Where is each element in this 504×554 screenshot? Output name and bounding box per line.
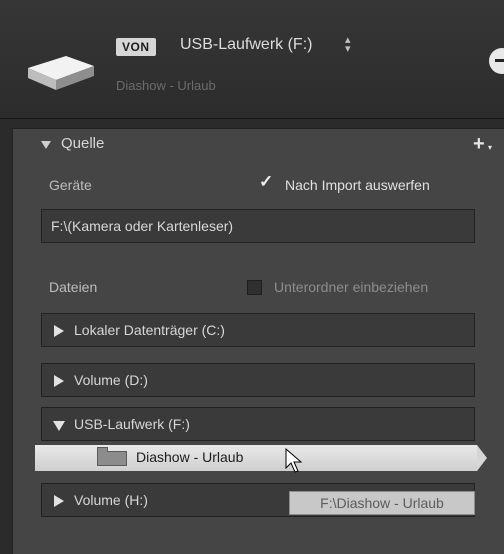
selected-folder-label: Diashow - Urlaub [136, 449, 244, 465]
device-field[interactable]: F:\(Kamera oder Kartenleser) [41, 209, 475, 243]
drive-label: Lokaler Datenträger (C:) [74, 322, 225, 338]
devices-label: Geräte [49, 177, 92, 193]
triangle-right-icon [54, 325, 64, 337]
collapse-circle-button[interactable] [489, 48, 504, 74]
include-subfolders-checkbox[interactable] [247, 280, 262, 295]
import-source-header: VON USB-Laufwerk (F:) ▴ ▾ Diashow - Urlau… [0, 0, 504, 119]
source-dropdown-title[interactable]: USB-Laufwerk (F:) [180, 36, 312, 54]
triangle-down-icon [53, 421, 65, 431]
drive-label: Volume (D:) [74, 372, 148, 388]
triangle-right-icon [54, 375, 64, 387]
up-down-arrows-icon[interactable]: ▴ ▾ [345, 35, 351, 55]
include-subfolders-label[interactable]: Unterordner einbeziehen [274, 279, 428, 295]
hard-drive-icon [28, 56, 94, 90]
triangle-right-icon [54, 495, 64, 507]
selected-folder-row[interactable]: Diashow - Urlaub [35, 445, 487, 471]
mouse-cursor-icon [285, 448, 303, 473]
path-tooltip: F:\Diashow - Urlaub [289, 491, 475, 515]
from-badge: VON [116, 38, 156, 56]
eject-after-import-label[interactable]: Nach Import auswerfen [285, 177, 430, 193]
panel-title: Quelle [61, 135, 105, 152]
source-panel: Quelle + ▾ Geräte ✓ Nach Import auswerfe… [12, 128, 504, 554]
source-subtitle: Diashow - Urlaub [116, 78, 216, 93]
files-label: Dateien [49, 279, 98, 295]
drive-row-c[interactable]: Lokaler Datenträger (C:) [41, 313, 475, 347]
add-caret-icon: ▾ [488, 143, 493, 152]
drive-label: USB-Laufwerk (F:) [74, 416, 190, 432]
checkmark-icon[interactable]: ✓ [259, 172, 273, 192]
drive-row-f[interactable]: USB-Laufwerk (F:) [41, 407, 475, 441]
add-button[interactable]: + [473, 133, 485, 156]
folder-icon [97, 447, 127, 466]
panel-header[interactable]: Quelle + ▾ [13, 129, 504, 161]
drive-label: Volume (H:) [74, 492, 148, 508]
drive-row-d[interactable]: Volume (D:) [41, 363, 475, 397]
triangle-down-icon [41, 141, 51, 149]
